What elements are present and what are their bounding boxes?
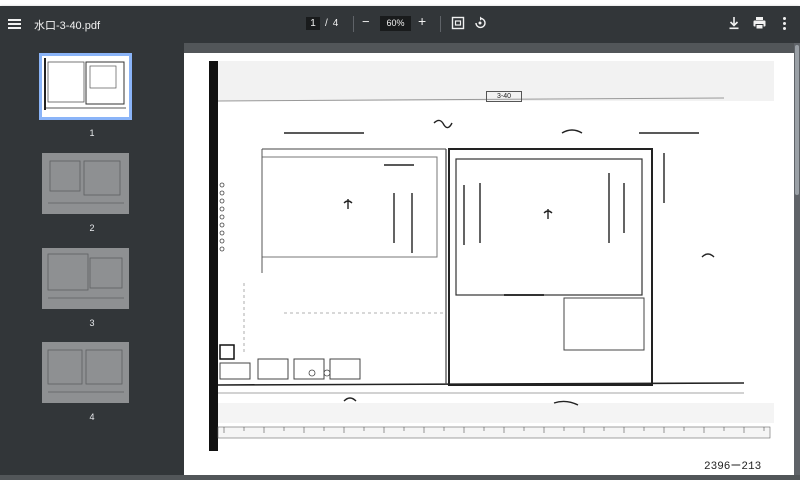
current-page-input[interactable]: 1: [306, 17, 320, 30]
document-title: 水口-3-40.pdf: [34, 20, 101, 32]
download-icon[interactable]: [727, 16, 741, 30]
page-thumbnail-4[interactable]: [42, 342, 129, 403]
pdf-toolbar: 水口-3-40.pdf 1 / 4 − 60% +: [0, 6, 800, 43]
zoom-level-input[interactable]: 60%: [380, 16, 411, 31]
sheet-number-label: 3-40: [486, 91, 522, 102]
hamburger-menu-icon[interactable]: [6, 15, 24, 33]
page-thumbnail-2[interactable]: [42, 153, 129, 214]
page-separator: /: [325, 18, 328, 29]
document-viewer: 3-40 2396ー213: [184, 43, 800, 475]
page-thumbnail-1[interactable]: [39, 53, 132, 120]
page-indicator: 1 / 4: [306, 17, 338, 30]
rotate-icon[interactable]: [473, 16, 487, 30]
print-icon[interactable]: [752, 16, 767, 30]
thumbnail-label-1: 1: [89, 128, 95, 138]
zoom-out-button[interactable]: −: [362, 14, 370, 29]
pdf-page-1: 3-40 2396ー213: [184, 53, 794, 475]
thumbnail-label-2: 2: [89, 223, 95, 233]
page-id-label: 2396ー213: [704, 461, 762, 473]
toolbar-divider: [440, 16, 441, 32]
total-pages: 4: [332, 18, 339, 29]
thumbnail-label-3: 3: [89, 318, 95, 328]
fit-to-page-icon[interactable]: [451, 16, 465, 30]
zoom-in-button[interactable]: +: [418, 13, 426, 29]
floor-plan-drawing: [209, 61, 774, 451]
more-vert-icon[interactable]: [780, 15, 788, 31]
thumbnail-sidebar: 1 2 3 4: [0, 43, 184, 475]
toolbar-divider: [353, 16, 354, 32]
thumbnail-label-4: 4: [89, 412, 95, 422]
page-thumbnail-3[interactable]: [42, 248, 129, 309]
scrollbar-thumb[interactable]: [795, 45, 799, 195]
